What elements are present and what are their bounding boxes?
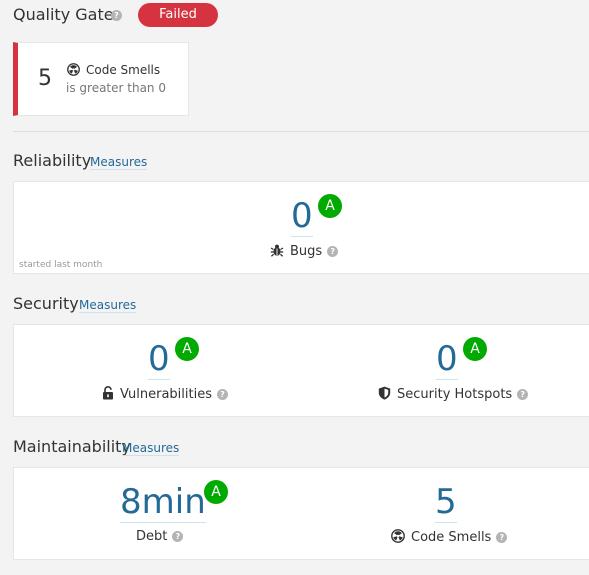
hotspots-label-text[interactable]: Security Hotspots: [397, 387, 512, 402]
security-title: Security: [13, 294, 79, 313]
reliability-measures-link[interactable]: Measures: [90, 155, 148, 170]
vulnerabilities-rating-badge[interactable]: A: [175, 337, 199, 361]
question-circle-icon[interactable]: ?: [111, 10, 122, 21]
quality-gate-status-badge: Failed: [138, 3, 218, 27]
code-smells-label-text[interactable]: Code Smells: [411, 530, 491, 545]
debt-rating-badge[interactable]: A: [204, 480, 228, 504]
bugs-label-text[interactable]: Bugs: [290, 244, 322, 259]
hotspots-value[interactable]: 0: [436, 341, 458, 380]
question-circle-icon[interactable]: ?: [496, 532, 508, 543]
condition-value: 5: [38, 66, 52, 91]
vulnerabilities-value[interactable]: 0: [148, 341, 170, 380]
condition-operator: is greater than 0: [66, 81, 166, 95]
reliability-title: Reliability: [13, 151, 92, 170]
shield-icon: [378, 386, 391, 400]
unlock-icon: [103, 386, 113, 400]
section-divider: [13, 131, 589, 132]
security-measures-link[interactable]: Measures: [79, 298, 137, 313]
code-smells-value[interactable]: 5: [435, 484, 457, 523]
bug-icon: [270, 244, 284, 257]
maintainability-title: Maintainability: [13, 437, 131, 456]
debt-label: Debt?: [136, 529, 184, 544]
debt-label-text[interactable]: Debt: [136, 529, 167, 544]
hotspots-label: Security Hotspots?: [378, 386, 529, 402]
bugs-rating-badge[interactable]: A: [318, 194, 342, 218]
question-circle-icon[interactable]: ?: [216, 389, 228, 400]
question-circle-icon[interactable]: ?: [517, 389, 529, 400]
condition-metric: Code Smells: [86, 63, 161, 77]
code-smell-icon: [67, 63, 80, 76]
maintainability-measures-link[interactable]: Measures: [122, 441, 180, 456]
bugs-label: Bugs?: [270, 243, 339, 259]
failed-condition-card[interactable]: 5 Code Smells is greater than 0: [13, 42, 189, 116]
debt-value[interactable]: 8min: [120, 484, 206, 523]
period-note: started last month: [19, 260, 103, 270]
quality-gate-title: Quality Gate: [13, 5, 114, 24]
security-card: 0 A Vulnerabilities? 0 A Security Hotspo…: [13, 324, 589, 417]
maintainability-card: 8min A Debt? 5 Code Smells?: [13, 467, 589, 560]
question-circle-icon[interactable]: ?: [172, 531, 184, 542]
question-circle-icon[interactable]: ?: [327, 246, 339, 257]
code-smells-label: Code Smells?: [391, 529, 508, 545]
bugs-value[interactable]: 0: [291, 198, 313, 237]
reliability-card: 0 A Bugs? started last month: [13, 181, 589, 274]
vulnerabilities-label: Vulnerabilities?: [102, 386, 228, 402]
vulnerabilities-label-text[interactable]: Vulnerabilities: [120, 387, 212, 402]
hotspots-rating-badge[interactable]: A: [463, 337, 487, 361]
code-smell-icon: [391, 529, 405, 543]
